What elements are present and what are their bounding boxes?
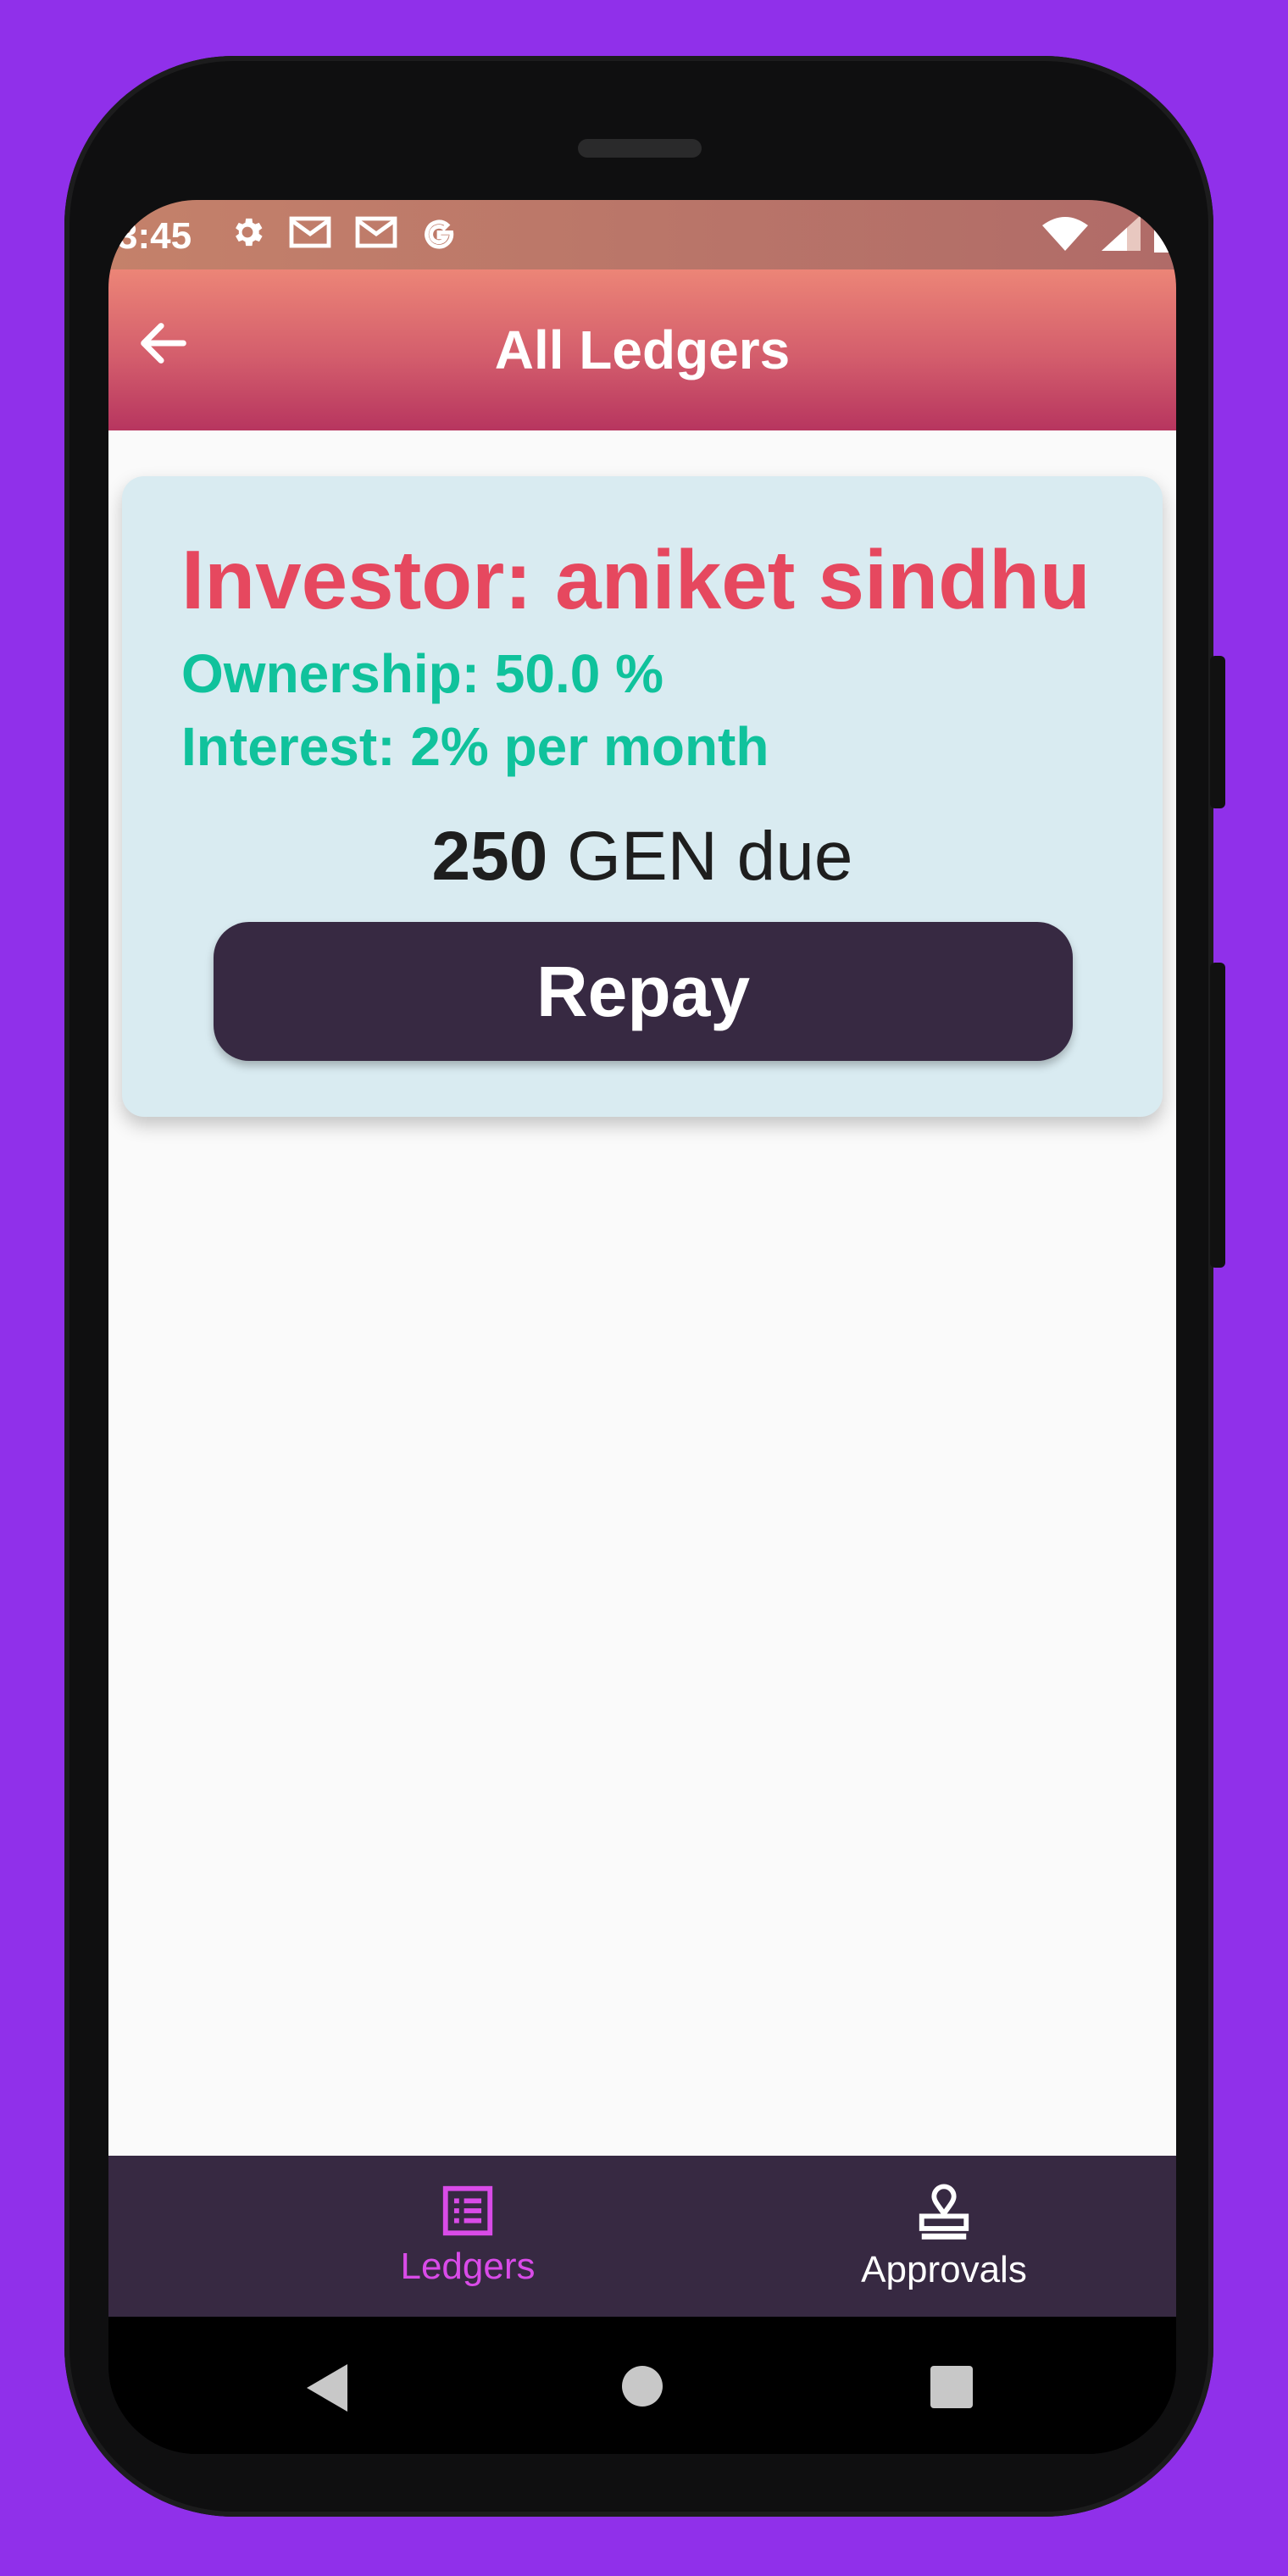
- system-navigation-bar: [108, 2317, 1176, 2454]
- phone-screen: 3:45 All Ledgers Investor: aniket sindhu…: [108, 200, 1176, 2454]
- earpiece-speaker: [578, 139, 702, 158]
- interest-text: Interest: 2% per month: [181, 716, 769, 777]
- ledger-card: Investor: aniket sindhu Ownership: 50.0 …: [122, 476, 1163, 1117]
- recents-square-icon[interactable]: [930, 2366, 973, 2408]
- status-system-icons: [1042, 215, 1176, 253]
- due-value: 250: [431, 818, 548, 895]
- wifi-icon: [1042, 217, 1088, 251]
- home-circle-icon[interactable]: [622, 2366, 663, 2407]
- bottom-navigation: Ledgers Approvals: [108, 2156, 1176, 2317]
- back-triangle-icon[interactable]: [307, 2364, 347, 2412]
- due-amount: 250 GEN due: [122, 817, 1163, 897]
- status-time: 3:45: [117, 215, 192, 257]
- investor-name: Investor: aniket sindhu: [181, 533, 1091, 626]
- battery-icon: [1154, 220, 1176, 253]
- nav-label-ledgers: Ledgers: [400, 2246, 536, 2287]
- power-button: [1210, 963, 1225, 1268]
- due-unit: GEN due: [547, 818, 853, 895]
- google-g-icon: [425, 219, 454, 249]
- signal-icon: [1102, 215, 1141, 251]
- ownership-text: Ownership: 50.0 %: [181, 643, 664, 704]
- stamp-icon: [919, 2184, 969, 2240]
- nav-item-approvals[interactable]: Approvals: [817, 2181, 1071, 2291]
- nav-item-ledgers[interactable]: Ledgers: [341, 2181, 595, 2288]
- gear-icon: [236, 218, 263, 247]
- ledger-list: Investor: aniket sindhu Ownership: 50.0 …: [108, 430, 1176, 2156]
- repay-button[interactable]: Repay: [214, 922, 1073, 1061]
- nav-label-approvals: Approvals: [861, 2249, 1027, 2290]
- app-bar: All Ledgers: [108, 269, 1176, 430]
- volume-button: [1210, 656, 1225, 808]
- status-bar: 3:45: [108, 200, 1176, 269]
- page-title: All Ledgers: [494, 319, 791, 380]
- list-icon: [442, 2185, 493, 2236]
- gmail-icon: [355, 216, 397, 248]
- status-notification-icons: [229, 214, 458, 251]
- gmail-icon: [289, 216, 331, 248]
